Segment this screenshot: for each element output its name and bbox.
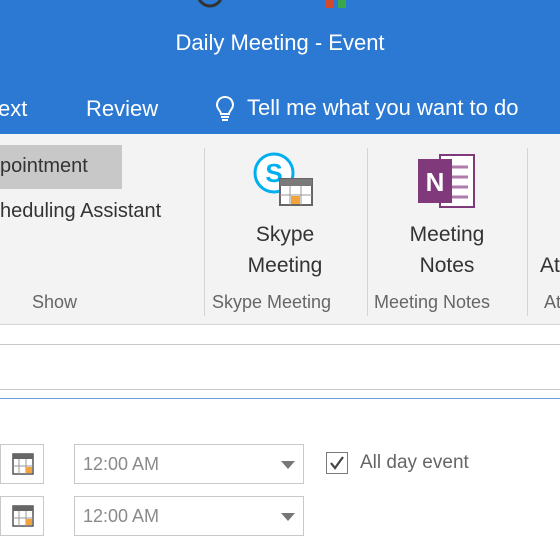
onenote-icon: N xyxy=(418,154,475,208)
start-date-picker-button[interactable] xyxy=(0,444,44,484)
all-day-event-label: All day event xyxy=(360,452,469,473)
skype-icon: S xyxy=(253,152,313,206)
scheduling-assistant-button[interactable]: heduling Assistant xyxy=(0,200,161,223)
end-time-value: 12:00 AM xyxy=(83,506,160,526)
group-label-attendees-partial: At xyxy=(544,292,560,312)
svg-text:N: N xyxy=(426,167,445,197)
checkbox-box xyxy=(326,452,348,474)
window-title: Daily Meeting - Event xyxy=(175,30,385,55)
meeting-notes-label-line1: Meeting xyxy=(409,223,485,246)
skype-meeting-label-line1: Skype xyxy=(255,223,315,246)
location-field[interactable] xyxy=(0,398,560,435)
start-time-value: 12:00 AM xyxy=(83,454,160,474)
group-separator xyxy=(204,148,205,316)
group-separator xyxy=(527,148,528,316)
attendees-button-partial[interactable]: At xyxy=(540,250,560,281)
ribbon-tabs: ext Review Tell me what you want to do xyxy=(0,86,560,134)
group-label-meeting-notes: Meeting Notes xyxy=(374,292,491,312)
partial-icon xyxy=(197,0,223,8)
end-date-picker-button[interactable] xyxy=(0,496,44,536)
group-separator xyxy=(367,148,368,316)
tab-review[interactable]: Review xyxy=(86,96,158,122)
skype-meeting-label-line2: Meeting xyxy=(247,254,323,277)
group-label-show: Show xyxy=(32,292,78,312)
lightbulb-icon xyxy=(215,95,235,121)
title-bar: Daily Meeting - Event xyxy=(0,0,560,86)
tell-me-label: Tell me what you want to do xyxy=(247,95,519,120)
tell-me-search[interactable]: Tell me what you want to do xyxy=(215,95,518,121)
appointment-label: pointment xyxy=(0,155,88,177)
chevron-down-icon xyxy=(281,513,295,521)
meeting-notes-label-line2: Notes xyxy=(419,254,475,277)
partial-color-icon xyxy=(338,0,346,8)
group-label-skype-meeting: Skype Meeting xyxy=(212,292,332,312)
all-day-event-checkbox[interactable]: All day event xyxy=(326,452,469,474)
calendar-icon xyxy=(12,453,34,475)
calendar-icon xyxy=(12,505,34,527)
meeting-notes-button[interactable]: N Meeting Notes xyxy=(372,145,522,285)
partial-color-icon xyxy=(326,0,334,8)
checkmark-icon xyxy=(330,456,344,470)
subject-field[interactable] xyxy=(0,344,560,390)
end-time-dropdown[interactable]: 12:00 AM xyxy=(74,496,304,536)
start-time-dropdown[interactable]: 12:00 AM xyxy=(74,444,304,484)
skype-meeting-button[interactable]: S Skype Meeting xyxy=(210,145,360,285)
tab-format-text[interactable]: ext xyxy=(0,96,27,122)
chevron-down-icon xyxy=(281,461,295,469)
